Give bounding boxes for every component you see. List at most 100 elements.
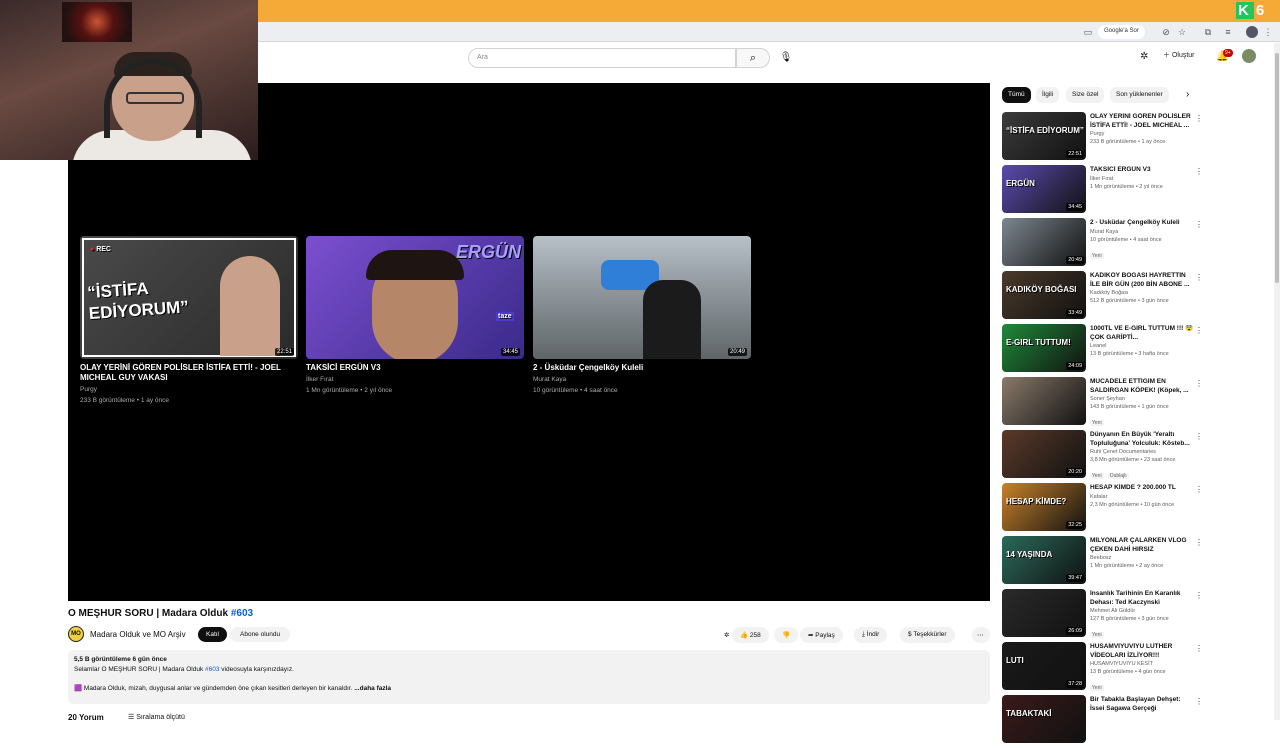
recommended-channel[interactable]: Beebosz (1090, 554, 1195, 562)
recommended-title[interactable]: MÜCADELE ETTİĞİM EN SALDIRGAN KÖPEK! (Kö… (1090, 378, 1195, 395)
recommended-item[interactable]: KADIKÖY BOĞASI 33:49 KADIKÖY BOĞASI HAYRET… (1002, 271, 1207, 324)
recommended-thumbnail[interactable]: HESAP KİMDE? 32:25 (1002, 483, 1086, 531)
kebab-icon[interactable]: ⋮ (1195, 167, 1203, 176)
kebab-icon[interactable]: ⋮ (1195, 220, 1203, 229)
kebab-icon[interactable]: ⋮ (1195, 485, 1203, 494)
gear-icon[interactable]: ✲ (1140, 51, 1148, 62)
eye-off-icon[interactable]: ⊘ (1160, 26, 1172, 38)
join-button[interactable]: Katıl (198, 627, 228, 642)
kebab-icon[interactable]: ⋮ (1195, 432, 1203, 441)
recommended-thumbnail[interactable]: 14 YAŞINDA 39:47 (1002, 536, 1086, 584)
google-ask-chip[interactable]: Google'a Sor (1098, 25, 1145, 39)
recommended-title[interactable]: 2 - Üsküdar Çengelköy Kuleli (1090, 219, 1195, 228)
chevron-right-icon[interactable]: › (1186, 89, 1189, 100)
recommended-title[interactable]: 1000TL VE E-GIRL TUTTUM !!! 😨 ÇOK GARİPT… (1090, 325, 1195, 342)
recommended-item[interactable]: TABAKTAKİ Bir Tabakla Başlayan Dehşet: İs… (1002, 695, 1207, 748)
share-button[interactable]: ➦ Paylaş (800, 627, 843, 643)
recommended-channel[interactable]: İlker Fırat (1090, 175, 1195, 183)
kebab-icon[interactable]: ⋮ (1195, 644, 1203, 653)
recommended-thumbnail[interactable]: TABAKTAKİ (1002, 695, 1086, 743)
recommended-title[interactable]: HESAP KİMDE ? 200.000 TL (1090, 484, 1195, 493)
more-actions-button[interactable]: ⋯ (972, 627, 990, 643)
description-box[interactable]: 5,5 B görüntüleme 6 gün önce Selamlar O … (68, 650, 990, 704)
recommended-thumbnail[interactable]: LUTI 37:28 (1002, 642, 1086, 690)
recommended-item[interactable]: HESAP KİMDE? 32:25 HESAP KİMDE ? 200.000 T… (1002, 483, 1207, 536)
download-button[interactable]: ⤓ İndir (854, 627, 888, 643)
recommended-channel[interactable]: Kafalar (1090, 493, 1195, 501)
recommended-item[interactable]: MÜCADELE ETTİĞİM EN SALDIRGAN KÖPEK! (Kö… (1002, 377, 1207, 430)
recommended-item[interactable]: 20:20 Dünyanın En Büyük 'Yeraltı Topluluğ… (1002, 430, 1207, 483)
recommended-title[interactable]: Dünyanın En Büyük 'Yeraltı Topluluğuna' … (1090, 431, 1195, 448)
recommended-thumbnail[interactable]: E-GIRL TUTTUM! 24:09 (1002, 324, 1086, 372)
channel-avatar[interactable]: MO (68, 626, 84, 642)
description-hashtag[interactable]: #603 (205, 666, 219, 673)
recommended-thumbnail[interactable]: 26:09 (1002, 589, 1086, 637)
extensions-icon[interactable]: ⧉ (1202, 26, 1214, 38)
recommended-title[interactable]: Bir Tabakla Başlayan Dehşet: İssei Sagaw… (1090, 696, 1195, 713)
recommended-channel[interactable]: Murat Kaya (1090, 228, 1195, 236)
recommended-item[interactable]: 20:49 2 - Üsküdar Çengelköy Kuleli Murat K… (1002, 218, 1207, 271)
cast-icon[interactable]: ▭ (1082, 26, 1094, 38)
voice-search-button[interactable]: 🎙 (776, 48, 796, 68)
search-button[interactable]: ⌕ (736, 48, 770, 68)
show-more-link[interactable]: ...daha fazla (354, 685, 391, 692)
channel-name[interactable]: Madara Olduk ve MO Arşiv (90, 630, 186, 639)
menu-icon[interactable]: ≡ (1222, 26, 1234, 38)
end-card-thumbnail[interactable]: 20:49 (533, 236, 751, 359)
recommended-title[interactable]: KADIKÖY BOĞASI HAYRETTİN İLE BİR GÜN (20… (1090, 272, 1195, 289)
kebab-icon[interactable]: ⋮ (1195, 379, 1203, 388)
recommended-title[interactable]: HUSAMVİYUVİYU LUTHER VİDEOLARI İZLİYOR!!… (1090, 643, 1195, 660)
search-input[interactable]: Ara (468, 48, 736, 68)
recommended-title[interactable]: OLAY YERİNİ GÖREN POLİSLER İSTİFA ETTİ! … (1090, 113, 1195, 130)
recommended-channel[interactable]: Purgy (1090, 130, 1195, 138)
recommended-channel[interactable]: Ruhi Çenet Documentaries (1090, 448, 1195, 456)
subscribed-button[interactable]: Abone olundu (230, 627, 291, 642)
recommended-thumbnail[interactable]: ERGÜN 34:45 (1002, 165, 1086, 213)
recommended-thumbnail[interactable]: KADIKÖY BOĞASI 33:49 (1002, 271, 1086, 319)
thanks-button[interactable]: $ Teşekkürler (900, 627, 955, 643)
recommended-item[interactable]: E-GIRL TUTTUM! 24:09 1000TL VE E-GIRL TUTT… (1002, 324, 1207, 377)
recommended-title[interactable]: İnsanlık Tarihinin En Karanlık Dehası: T… (1090, 590, 1195, 607)
recommended-item[interactable]: LUTI 37:28 HUSAMVİYUVİYU LUTHER VİDEOLARI … (1002, 642, 1207, 695)
video-player[interactable]: ● REC “İSTİFA EDİYORUM” 22:51 OLAY YERİN… (68, 83, 990, 601)
recommended-thumbnail[interactable]: “İSTİFA EDİYORUM” 22:51 (1002, 112, 1086, 160)
create-button[interactable]: ＋ Oluştur (1163, 50, 1195, 60)
bookmark-star-icon[interactable]: ☆ (1176, 26, 1188, 38)
profile-icon[interactable] (1246, 26, 1258, 38)
end-card-thumbnail[interactable]: ERGÜN taze 34:45 (306, 236, 524, 359)
end-card[interactable]: 20:49 2 - Üsküdar Çengelköy Kuleli Murat… (533, 236, 751, 395)
scrollbar-thumb[interactable] (1275, 53, 1279, 283)
chip-for-you[interactable]: Size özel (1066, 87, 1105, 103)
video-hashtag[interactable]: #603 (231, 608, 253, 619)
page-scrollbar[interactable] (1274, 43, 1280, 720)
kebab-icon[interactable]: ⋮ (1195, 538, 1203, 547)
end-card[interactable]: ERGÜN taze 34:45 TAKSİCİ ERGÜN V3 İlker … (306, 236, 524, 395)
kebab-icon[interactable]: ⋮ (1195, 273, 1203, 282)
recommended-channel[interactable]: Soner Şeyhan (1090, 395, 1195, 403)
kebab-icon[interactable]: ⋮ (1195, 326, 1203, 335)
chip-recent[interactable]: Son yüklenenler (1110, 87, 1169, 103)
kebab-icon[interactable]: ⋮ (1195, 114, 1203, 123)
recommended-item[interactable]: 14 YAŞINDA 39:47 MİLYONLAR ÇALARKEN VLOG Ç… (1002, 536, 1207, 589)
recommended-item[interactable]: “İSTİFA EDİYORUM” 22:51 OLAY YERİNİ GÖREN … (1002, 112, 1207, 165)
recommended-item[interactable]: ERGÜN 34:45 TAKSİCİ ERGÜN V3 İlker Fırat 1 M… (1002, 165, 1207, 218)
end-card[interactable]: ● REC “İSTİFA EDİYORUM” 22:51 OLAY YERİN… (80, 236, 298, 405)
account-avatar[interactable] (1242, 49, 1256, 63)
kebab-icon[interactable]: ⋮ (1195, 591, 1203, 600)
chip-related[interactable]: İlgili (1036, 87, 1060, 103)
recommended-channel[interactable]: Leanel (1090, 342, 1195, 350)
kebab-icon[interactable]: ⋮ (1262, 26, 1274, 38)
like-button[interactable]: 👍 258 (732, 627, 769, 643)
recommended-title[interactable]: MİLYONLAR ÇALARKEN VLOG ÇEKEN DAHİ HIRSI… (1090, 537, 1195, 554)
recommended-thumbnail[interactable] (1002, 377, 1086, 425)
recommended-title[interactable]: TAKSİCİ ERGÜN V3 (1090, 166, 1195, 175)
end-card-thumbnail[interactable]: ● REC “İSTİFA EDİYORUM” 22:51 (80, 236, 298, 359)
recommended-thumbnail[interactable]: 20:20 (1002, 430, 1086, 478)
recommended-thumbnail[interactable]: 20:49 (1002, 218, 1086, 266)
chip-all[interactable]: Tümü (1002, 87, 1031, 103)
recommended-channel[interactable]: Kadıköy Boğası (1090, 289, 1195, 297)
dislike-button[interactable]: 👎 (774, 627, 799, 643)
recommended-channel[interactable]: HUSAMVIYUVIYU KESİT (1090, 660, 1195, 668)
recommended-channel[interactable]: Mehmet Ali Güldür (1090, 607, 1195, 615)
recommended-item[interactable]: 26:09 İnsanlık Tarihinin En Karanlık Deha… (1002, 589, 1207, 642)
